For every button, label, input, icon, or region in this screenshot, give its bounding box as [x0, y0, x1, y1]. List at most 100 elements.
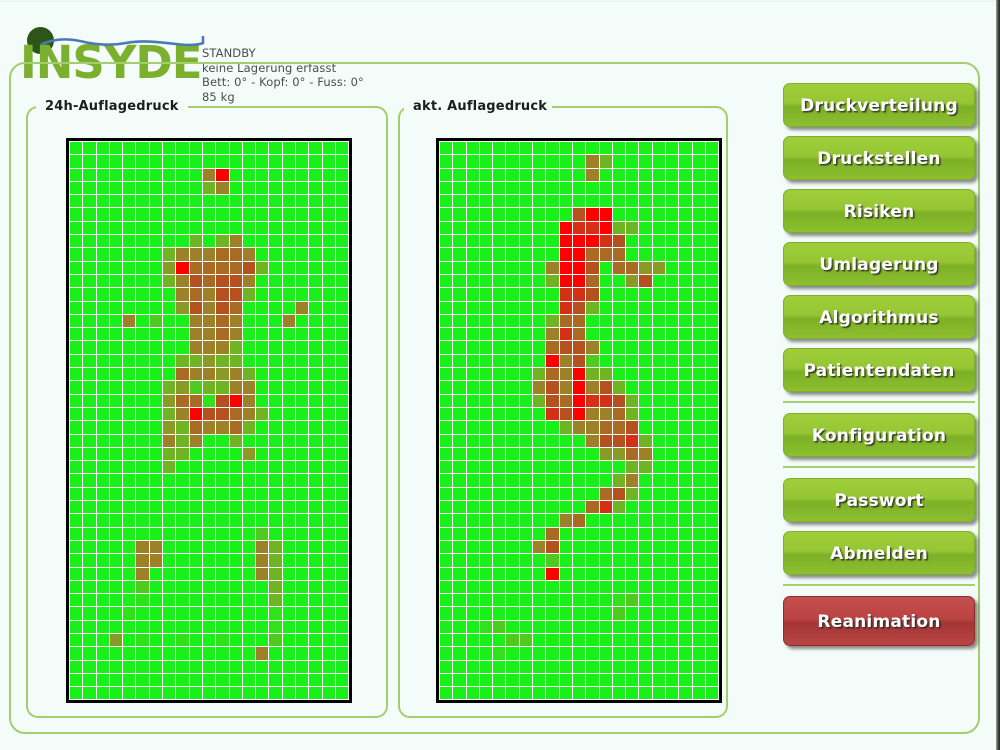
pressure-cell — [70, 288, 83, 301]
pressure-cell — [612, 208, 626, 221]
pressure-cell — [479, 421, 493, 434]
pressure-cell — [229, 501, 242, 514]
sidebar-button-druckstellen[interactable]: Druckstellen — [783, 136, 975, 180]
pressure-cell — [96, 235, 109, 248]
pressure-cell — [666, 527, 679, 540]
pressure-cell — [652, 341, 666, 354]
pressure-cell — [692, 314, 705, 328]
pressure-cell — [70, 407, 83, 421]
sidebar-button-patientendaten[interactable]: Patientendaten — [783, 348, 975, 392]
pressure-cell — [216, 580, 229, 594]
pressure-cell — [322, 301, 335, 314]
pressure-cell — [493, 580, 506, 594]
pressure-cell — [282, 647, 296, 660]
pressure-cell — [679, 301, 692, 314]
pressure-cell — [282, 594, 296, 607]
pressure-cell — [189, 567, 202, 580]
pressure-cell — [176, 168, 189, 181]
pressure-map-current[interactable] — [436, 138, 723, 704]
pressure-cell — [506, 407, 519, 421]
pressure-cell — [335, 447, 349, 461]
pressure-cell — [679, 540, 692, 554]
pressure-cell — [626, 594, 639, 607]
pressure-cell — [96, 474, 109, 487]
pressure-cell — [572, 394, 586, 407]
pressure-cell — [466, 607, 479, 620]
pressure-cell — [546, 368, 559, 381]
pressure-cell — [679, 235, 692, 248]
sidebar-button-reanimation[interactable]: Reanimation — [783, 596, 975, 646]
sidebar-button-druckverteilung[interactable]: Druckverteilung — [783, 83, 975, 127]
pressure-cell — [109, 248, 123, 261]
pressure-cell — [136, 328, 149, 341]
sidebar-button-algorithmus[interactable]: Algorithmus — [783, 295, 975, 339]
pressure-cell — [229, 221, 242, 235]
pressure-cell — [440, 487, 453, 501]
pressure-cell — [639, 314, 652, 328]
pressure-cell — [96, 487, 109, 501]
pressure-cell — [705, 607, 719, 620]
pressure-cell — [453, 501, 466, 514]
sidebar-button-umlagerung[interactable]: Umlagerung — [783, 242, 975, 286]
pressure-cell — [83, 474, 96, 487]
pressure-cell — [679, 248, 692, 261]
pressure-cell — [296, 687, 309, 700]
pressure-cell — [692, 660, 705, 673]
pressure-cell — [176, 434, 189, 447]
pressure-cell — [70, 394, 83, 407]
pressure-cell — [83, 421, 96, 434]
pressure-cell — [453, 314, 466, 328]
pressure-cell — [599, 341, 612, 354]
pressure-cell — [493, 620, 506, 633]
sidebar-button-abmelden[interactable]: Abmelden — [783, 531, 975, 575]
pressure-map-24h[interactable] — [66, 138, 353, 704]
pressure-cell — [322, 580, 335, 594]
pressure-cell — [83, 368, 96, 381]
pressure-cell — [96, 527, 109, 540]
pressure-cell — [546, 235, 559, 248]
pressure-cell — [176, 208, 189, 221]
pressure-cell — [269, 687, 282, 700]
pressure-cell — [679, 461, 692, 474]
pressure-cell — [309, 368, 322, 381]
pressure-cell — [163, 673, 176, 687]
pressure-cell — [652, 474, 666, 487]
pressure-cell — [83, 221, 96, 235]
pressure-cell — [256, 142, 269, 155]
pressure-cell — [466, 181, 479, 195]
pressure-cell — [322, 434, 335, 447]
pressure-cell — [216, 594, 229, 607]
pressure-cell — [705, 221, 719, 235]
pressure-cell — [136, 354, 149, 368]
pressure-cell — [189, 660, 202, 673]
sidebar-button-risiken[interactable]: Risiken — [783, 189, 975, 233]
pressure-cell — [599, 208, 612, 221]
pressure-cell — [466, 381, 479, 394]
pressure-cell — [70, 540, 83, 554]
pressure-cell — [533, 261, 546, 274]
pressure-cell — [519, 235, 533, 248]
pressure-cell — [216, 368, 229, 381]
pressure-cell — [282, 673, 296, 687]
pressure-cell — [256, 314, 269, 328]
pressure-cell — [692, 288, 705, 301]
pressure-cell — [109, 328, 123, 341]
pressure-cell — [692, 235, 705, 248]
pressure-cell — [163, 607, 176, 620]
sidebar-button-konfiguration[interactable]: Konfiguration — [783, 413, 975, 457]
pressure-cell — [679, 434, 692, 447]
pressure-cell — [612, 328, 626, 341]
pressure-cell — [163, 168, 176, 181]
pressure-cell — [533, 567, 546, 580]
pressure-cell — [335, 580, 349, 594]
pressure-cell — [242, 554, 256, 567]
sidebar-button-passwort[interactable]: Passwort — [783, 478, 975, 522]
pressure-cell — [136, 288, 149, 301]
pressure-cell — [269, 274, 282, 288]
pressure-cell — [322, 168, 335, 181]
pressure-cell — [572, 181, 586, 195]
pressure-cell — [202, 288, 216, 301]
pressure-cell — [202, 341, 216, 354]
pressure-cell — [70, 314, 83, 328]
pressure-cell — [692, 687, 705, 700]
